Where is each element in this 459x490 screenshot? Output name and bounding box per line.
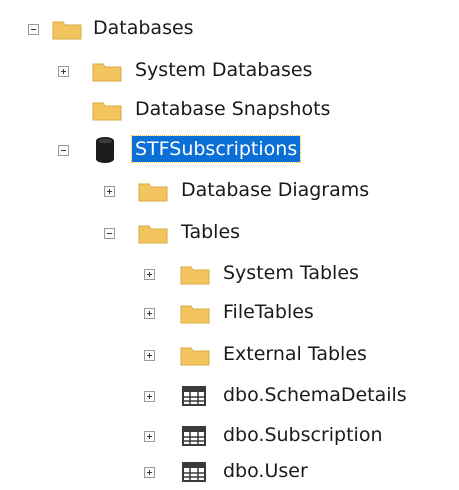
tree-node-database-diagrams[interactable]: Database Diagrams xyxy=(0,176,420,206)
tree-node-label: Database Snapshots xyxy=(135,98,331,120)
tree-node-system-databases[interactable]: System Databases xyxy=(0,56,380,86)
expand-schemadetails-button[interactable] xyxy=(144,391,155,402)
tree-node-label: Tables xyxy=(181,221,241,243)
expand-user-button[interactable] xyxy=(144,467,155,478)
tree-node-label: External Tables xyxy=(223,343,367,365)
collapse-stfsubscriptions-button[interactable] xyxy=(58,145,69,156)
tree-node-tables[interactable]: Tables xyxy=(0,218,300,248)
table-icon xyxy=(182,462,206,482)
tree-node-label: dbo.User xyxy=(223,460,308,482)
expand-subscription-button[interactable] xyxy=(144,431,155,442)
folder-icon xyxy=(180,347,210,366)
folder-icon xyxy=(180,305,210,324)
expand-external-tables-button[interactable] xyxy=(144,350,155,361)
tree-node-stfsubscriptions[interactable]: STFSubscriptions xyxy=(0,135,380,165)
table-icon xyxy=(182,426,206,446)
tree-node-dbo-schemadetails[interactable]: dbo.SchemaDetails xyxy=(0,381,459,411)
tree-node-database-snapshots[interactable]: Database Snapshots xyxy=(0,95,400,125)
tree-node-databases[interactable]: Databases xyxy=(0,14,260,44)
object-explorer-tree: Databases System Databases Database Snap… xyxy=(0,0,459,490)
expand-system-tables-button[interactable] xyxy=(144,269,155,280)
expand-database-diagrams-button[interactable] xyxy=(104,186,115,197)
expand-filetables-button[interactable] xyxy=(144,308,155,319)
tree-node-label: dbo.SchemaDetails xyxy=(223,384,407,406)
folder-icon xyxy=(92,63,122,82)
tree-node-label: FileTables xyxy=(223,301,314,323)
tree-node-dbo-user[interactable]: dbo.User xyxy=(0,457,360,487)
expand-system-databases-button[interactable] xyxy=(58,66,69,77)
folder-icon xyxy=(138,183,168,202)
tree-node-filetables[interactable]: FileTables xyxy=(0,298,380,328)
tree-node-label: Database Diagrams xyxy=(181,179,370,201)
collapse-databases-button[interactable] xyxy=(28,24,39,35)
folder-icon xyxy=(92,102,122,121)
tree-node-label: System Tables xyxy=(223,262,359,284)
tree-node-dbo-subscription[interactable]: dbo.Subscription xyxy=(0,421,450,451)
collapse-tables-button[interactable] xyxy=(104,228,115,239)
tree-node-system-tables[interactable]: System Tables xyxy=(0,259,430,289)
tree-node-external-tables[interactable]: External Tables xyxy=(0,340,440,370)
folder-icon xyxy=(138,225,168,244)
tree-node-label: STFSubscriptions xyxy=(130,135,302,163)
tree-node-label: Databases xyxy=(93,17,194,39)
database-icon xyxy=(96,137,114,163)
folder-icon xyxy=(52,21,82,40)
folder-icon xyxy=(180,266,210,285)
table-icon xyxy=(182,386,206,406)
tree-node-label: System Databases xyxy=(135,59,313,81)
tree-node-label: dbo.Subscription xyxy=(223,424,383,446)
